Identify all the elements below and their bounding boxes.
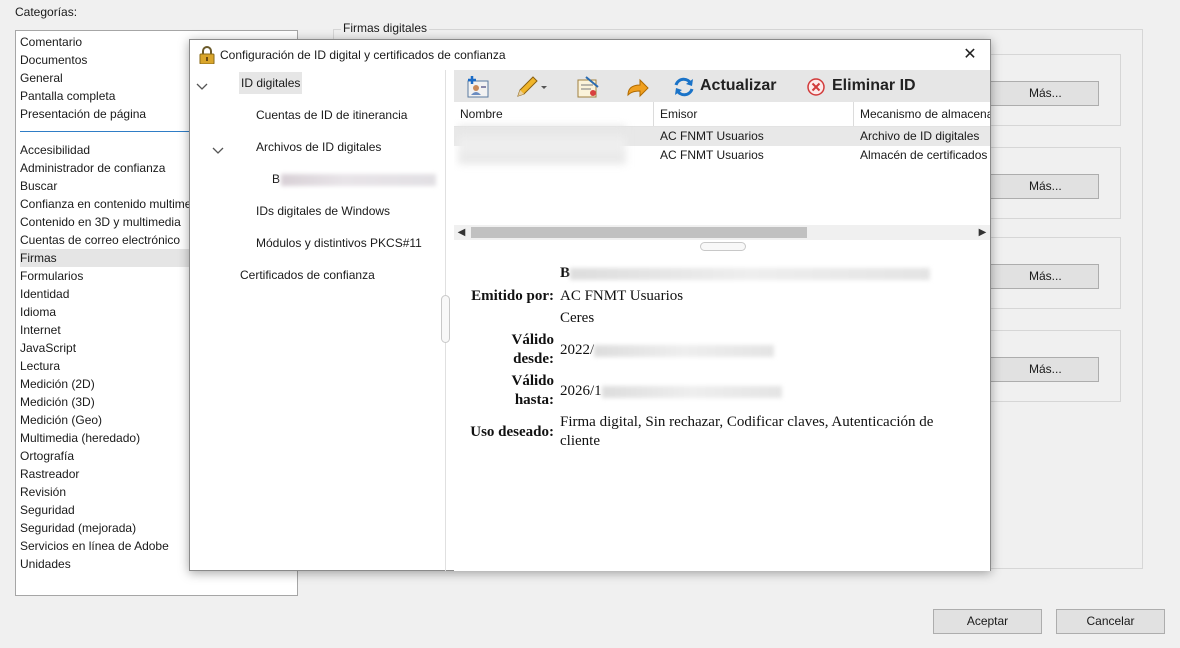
ids-table: Nombre Emisor Mecanismo de almacena AC F… <box>454 102 990 225</box>
delete-id-button[interactable]: Eliminar ID <box>832 77 916 95</box>
intended-usage-label: Uso deseado: <box>470 424 554 440</box>
tree-digital-ids[interactable]: ID digitales <box>239 72 303 94</box>
valid-from-value: 2022/ <box>560 341 775 360</box>
more-button[interactable]: Más... <box>990 264 1099 289</box>
cert-name-prefix: B <box>560 265 571 281</box>
signatures-section-title: Firmas digitales <box>341 21 430 35</box>
more-button[interactable]: Más... <box>990 81 1099 106</box>
scroll-right-icon[interactable]: ▶ <box>975 225 990 240</box>
more-button[interactable]: Más... <box>990 174 1099 199</box>
horizontal-splitter-handle[interactable] <box>700 242 746 251</box>
delete-icon[interactable] <box>806 77 826 97</box>
toolbar: Actualizar Eliminar ID <box>454 70 990 102</box>
navigation-tree: ID digitales Cuentas de ID de itineranci… <box>190 70 450 571</box>
tree-windows-ids[interactable]: IDs digitales de Windows <box>256 200 390 222</box>
column-header-mechanism[interactable]: Mecanismo de almacena <box>854 102 990 126</box>
issuer-cell: AC FNMT Usuarios <box>660 148 764 162</box>
tree-id-file-entry[interactable]: B <box>272 168 437 190</box>
scrollbar-thumb[interactable] <box>471 227 807 238</box>
ok-button[interactable]: Aceptar <box>933 609 1042 634</box>
tree-digital-id-files[interactable]: Archivos de ID digitales <box>256 136 381 158</box>
close-icon[interactable]: ✕ <box>958 43 982 67</box>
issuer-cell: AC FNMT Usuarios <box>660 129 764 143</box>
id-file-name-prefix: B <box>272 172 281 186</box>
pencil-icon[interactable] <box>514 75 548 99</box>
refresh-icon[interactable] <box>672 75 696 99</box>
column-header-issuer[interactable]: Emisor <box>654 102 854 126</box>
tree-pkcs11-modules[interactable]: Módulos y distintivos PKCS#11 <box>256 232 422 254</box>
chevron-down-icon[interactable] <box>195 80 209 94</box>
issued-by-label: Emitido por: <box>471 288 554 304</box>
export-arrow-icon[interactable] <box>624 75 652 99</box>
intended-usage-line2: cliente <box>560 433 600 449</box>
valid-from-prefix: 2022/ <box>560 342 595 358</box>
dialog-title-bar: Configuración de ID digital y certificad… <box>190 40 990 70</box>
tree-roaming-accounts[interactable]: Cuentas de ID de itinerancia <box>256 104 407 126</box>
issued-by-value: AC FNMT Usuarios <box>560 288 684 304</box>
valid-to-label-line1: Válido <box>511 373 554 389</box>
redacted-names <box>458 126 626 164</box>
right-pane: Actualizar Eliminar ID Nombre Emisor Mec… <box>454 70 990 571</box>
more-button[interactable]: Más... <box>990 357 1099 382</box>
valid-to-label-line2: hasta: <box>514 392 554 408</box>
scroll-left-icon[interactable]: ◀ <box>454 225 469 240</box>
redacted-text <box>594 344 775 357</box>
certificate-icon[interactable] <box>574 75 602 99</box>
lock-icon <box>199 46 215 64</box>
mechanism-cell: Archivo de ID digitales <box>860 129 980 143</box>
valid-from-label-line1: Válido <box>511 332 554 348</box>
categories-label: Categorías: <box>15 5 78 19</box>
horizontal-scrollbar[interactable]: ◀ ▶ <box>454 225 990 240</box>
digital-id-dialog: Configuración de ID digital y certificad… <box>189 39 991 571</box>
refresh-button[interactable]: Actualizar <box>700 77 776 95</box>
valid-to-label: Válido hasta: <box>511 372 554 410</box>
add-id-icon[interactable] <box>464 75 492 99</box>
dialog-title: Configuración de ID digital y certificad… <box>220 48 506 62</box>
column-header-name[interactable]: Nombre <box>454 102 654 126</box>
tree-trusted-certificates[interactable]: Certificados de confianza <box>240 264 375 286</box>
valid-to-value: 2026/1 <box>560 382 782 401</box>
redacted-text <box>281 173 437 186</box>
redacted-text <box>601 385 782 398</box>
intended-usage-line1: Firma digital, Sin rechazar, Codificar c… <box>560 414 934 430</box>
valid-from-label: Válido desde: <box>511 331 554 369</box>
mechanism-cell: Almacén de certificados <box>860 148 988 162</box>
certificate-details: B Emitido por: AC FNMT Usuarios Ceres Vá… <box>454 256 990 571</box>
vertical-splitter-handle[interactable] <box>441 295 450 343</box>
redacted-text <box>570 267 931 280</box>
valid-from-label-line2: desde: <box>513 351 554 367</box>
cert-name: B <box>560 264 931 283</box>
valid-to-prefix: 2026/1 <box>560 383 602 399</box>
issued-by-value-2: Ceres <box>560 310 595 326</box>
chevron-down-icon[interactable] <box>211 144 225 158</box>
cancel-button[interactable]: Cancelar <box>1056 609 1165 634</box>
